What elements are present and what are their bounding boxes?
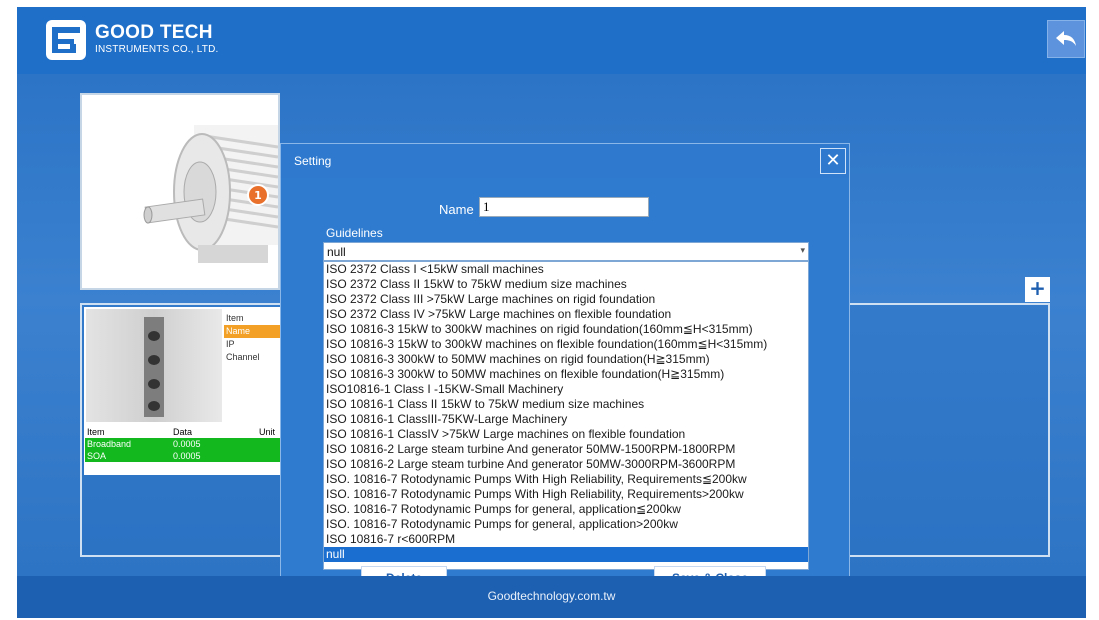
dropdown-option[interactable]: ISO 10816-3 300kW to 50MW machines on fl… <box>324 367 808 382</box>
dropdown-option[interactable]: ISO 10816-3 300kW to 50MW machines on ri… <box>324 352 808 367</box>
dropdown-option[interactable]: ISO 10816-2 Large steam turbine And gene… <box>324 442 808 457</box>
dropdown-option[interactable]: ISO 10816-7 r<600RPM <box>324 532 808 547</box>
footer: Goodtechnology.com.tw <box>17 576 1086 618</box>
dropdown-option[interactable]: ISO 10816-1 ClassIII-75KW-Large Machiner… <box>324 412 808 427</box>
device-table-header-unit: Unit <box>259 427 276 437</box>
close-button[interactable]: ✕ <box>820 148 846 174</box>
device-table-header: Item Data Unit <box>85 426 280 438</box>
motor-panel[interactable]: 1 <box>80 93 280 290</box>
goodtech-logo-icon <box>46 20 86 60</box>
guidelines-label: Guidelines <box>326 226 383 240</box>
guidelines-select[interactable]: null ▾ <box>323 242 809 261</box>
main-area: 1 + Item Name IP Channel Item Data Unit … <box>17 74 1086 599</box>
device-labels: Item Name IP Channel <box>224 312 282 364</box>
table-row[interactable]: SOA 0.0005 <box>85 450 280 462</box>
device-table-header-data: Data <box>173 427 193 437</box>
device-table: Item Data Unit Broadband 0.0005 SOA 0.00… <box>85 426 280 462</box>
dropdown-option[interactable]: ISO. 10816-7 Rotodynamic Pumps With High… <box>324 487 808 502</box>
device-card[interactable]: Item Name IP Channel Item Data Unit Broa… <box>84 307 282 475</box>
dropdown-option[interactable]: ISO 10816-2 Large steam turbine And gene… <box>324 457 808 472</box>
row-item: SOA <box>87 451 107 461</box>
dropdown-option[interactable]: ISO10816-1 Class I -15KW-Small Machinery <box>324 382 808 397</box>
device-label-selected[interactable]: Name <box>224 325 282 338</box>
device-label: Item <box>226 313 244 323</box>
row-data: 0.0005 <box>173 439 201 449</box>
dialog-title: Setting <box>294 154 332 168</box>
brand-name: GOOD TECH <box>95 22 213 43</box>
chevron-down-icon: ▾ <box>800 245 805 255</box>
row-data: 0.0005 <box>173 451 201 461</box>
device-image <box>86 309 222 422</box>
back-arrow-icon <box>1056 31 1076 46</box>
dropdown-option[interactable]: ISO. 10816-7 Rotodynamic Pumps With High… <box>324 472 808 487</box>
dropdown-option[interactable]: ISO. 10816-7 Rotodynamic Pumps for gener… <box>324 502 808 517</box>
guidelines-selected-value: null <box>327 245 346 259</box>
table-row[interactable]: Broadband 0.0005 <box>85 438 280 450</box>
dropdown-option[interactable]: ISO. 10816-7 Rotodynamic Pumps for gener… <box>324 517 808 532</box>
app-window: GOOD TECH INSTRUMENTS CO., LTD. 1 + Item… <box>17 7 1086 618</box>
setting-dialog: Setting ✕ Name 1 Guidelines null ▾ ISO 2… <box>280 143 850 599</box>
name-label: Name <box>439 202 474 217</box>
dropdown-option[interactable]: ISO 10816-1 ClassIV >75kW Large machines… <box>324 427 808 442</box>
dropdown-option[interactable]: ISO 2372 Class I <15kW small machines <box>324 262 808 277</box>
back-button[interactable] <box>1047 20 1085 58</box>
motor-marker-number: 1 <box>254 189 262 202</box>
dropdown-option[interactable]: ISO 2372 Class II 15kW to 75kW medium si… <box>324 277 808 292</box>
name-input[interactable]: 1 <box>479 197 649 217</box>
close-icon: ✕ <box>825 150 841 171</box>
add-button[interactable]: + <box>1025 277 1050 302</box>
guidelines-dropdown-list: ISO 2372 Class I <15kW small machines IS… <box>323 261 809 570</box>
dropdown-option[interactable]: ISO 2372 Class III >75kW Large machines … <box>324 292 808 307</box>
dialog-body: Name 1 Guidelines null ▾ ISO 2372 Class … <box>281 178 849 598</box>
footer-text: Goodtechnology.com.tw <box>487 589 616 603</box>
dropdown-option[interactable]: ISO 10816-3 15kW to 300kW machines on fl… <box>324 337 808 352</box>
dropdown-option[interactable]: ISO 2372 Class IV >75kW Large machines o… <box>324 307 808 322</box>
brand-subtitle: INSTRUMENTS CO., LTD. <box>95 44 219 55</box>
dropdown-option[interactable]: ISO 10816-3 15kW to 300kW machines on ri… <box>324 322 808 337</box>
device-label: IP <box>226 339 235 349</box>
row-item: Broadband <box>87 439 132 449</box>
dropdown-option-highlighted[interactable]: null <box>324 547 808 562</box>
top-bar: GOOD TECH INSTRUMENTS CO., LTD. <box>17 7 1086 74</box>
device-label: Channel <box>226 352 260 362</box>
motor-image: 1 <box>143 125 279 263</box>
dropdown-option[interactable]: ISO 10816-1 Class II 15kW to 75kW medium… <box>324 397 808 412</box>
device-table-header-item: Item <box>87 427 105 437</box>
